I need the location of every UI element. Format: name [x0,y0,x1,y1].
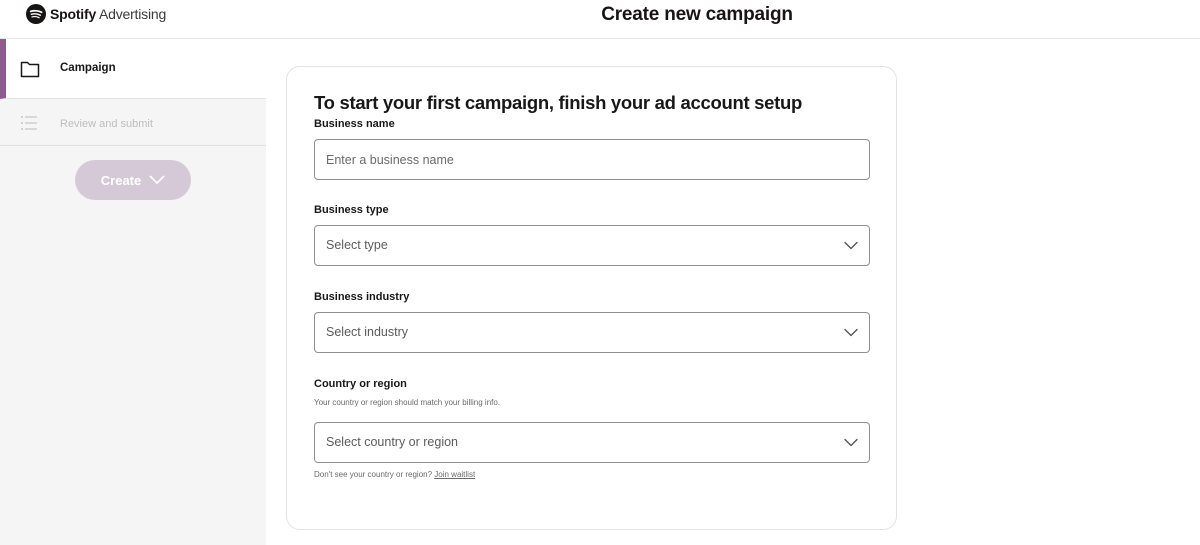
business-industry-select[interactable]: Select industry [314,312,870,353]
country-label: Country or region [314,378,407,390]
business-industry-value: Select industry [326,325,408,339]
join-waitlist-link[interactable]: Join waitlist [434,470,475,479]
sidebar-item-label: Review and submit [60,118,153,130]
create-button[interactable]: Create [75,160,191,200]
chevron-down-icon [844,328,858,337]
sidebar-item-campaign[interactable]: Campaign [0,39,266,99]
business-industry-label: Business industry [314,291,410,303]
business-name-input[interactable] [315,140,869,179]
business-name-field [314,139,870,180]
account-setup-card: To start your first campaign, finish you… [286,66,897,530]
waitlist-note: Don't see your country or region? Join w… [314,470,475,479]
sidebar-item-review-and-submit[interactable]: Review and submit [0,100,266,146]
country-select[interactable]: Select country or region [314,422,870,463]
business-name-label: Business name [314,118,395,130]
business-type-value: Select type [326,238,388,252]
sidebar: Campaign Review and submit Create [0,39,266,545]
folder-icon [20,61,40,78]
chevron-down-icon [149,175,165,184]
top-bar: Spotify Advertising Create new campaign [0,0,1200,39]
sidebar-item-label: Campaign [60,62,116,74]
country-value: Select country or region [326,435,459,449]
waitlist-prefix: Don't see your country or region? [314,470,433,479]
page-title: Create new campaign [601,4,793,25]
list-icon [21,116,37,130]
chevron-down-icon [844,438,858,447]
country-help-text: Your country or region should match your… [314,398,501,407]
card-heading: To start your first campaign, finish you… [314,92,802,113]
business-type-label: Business type [314,204,389,216]
business-type-select[interactable]: Select type [314,225,870,266]
chevron-down-icon [844,241,858,250]
create-button-label: Create [100,172,142,188]
